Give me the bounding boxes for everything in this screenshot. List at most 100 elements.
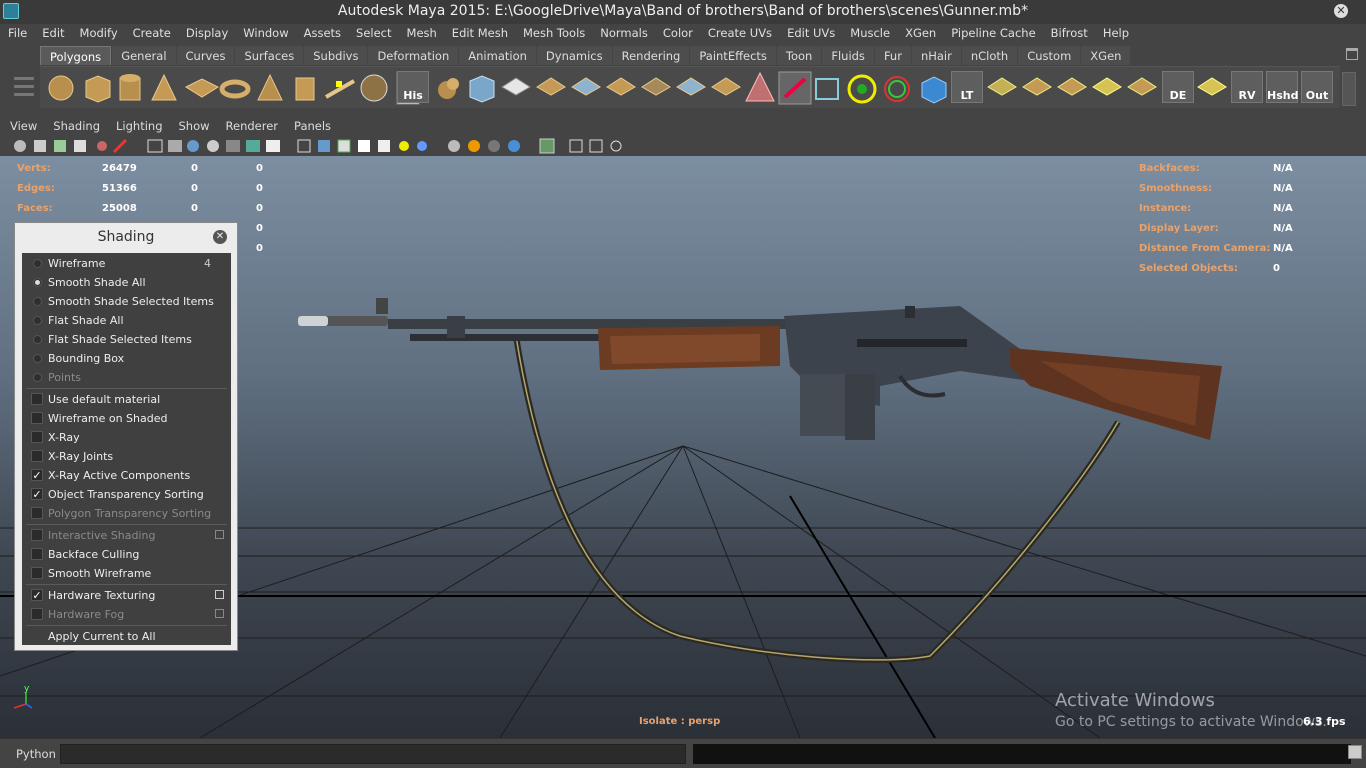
menu-window[interactable]: Window (235, 24, 295, 42)
panel-menu-panels[interactable]: Panels (286, 116, 339, 136)
radio-button[interactable] (33, 297, 42, 306)
panel-menu-show[interactable]: Show (171, 116, 218, 136)
menu-color[interactable]: Color (655, 24, 700, 42)
shelf-tab-fluids[interactable]: Fluids (822, 46, 874, 65)
menu-mesh-tools[interactable]: Mesh Tools (515, 24, 592, 42)
layout-two-icon[interactable] (589, 139, 603, 153)
wireframe-icon[interactable] (147, 139, 163, 153)
option-box-icon[interactable] (215, 590, 224, 599)
shading-mode-bounding-box[interactable]: Bounding Box (22, 349, 231, 368)
checkbox[interactable]: ✓ (31, 488, 43, 500)
checkbox[interactable] (31, 450, 43, 462)
checkbox[interactable] (31, 567, 43, 579)
shelf-tab-curves[interactable]: Curves (176, 46, 235, 65)
poly-helix-icon[interactable] (325, 79, 355, 99)
multi-sphere-icon[interactable] (508, 140, 520, 152)
2d-pan-icon[interactable] (97, 141, 107, 151)
shelf-scrollbar[interactable] (1342, 72, 1356, 106)
layout-share-icon[interactable] (610, 140, 622, 152)
toggle-x-ray-joints[interactable]: X-Ray Joints (22, 447, 231, 466)
toggle-object-transparency-sorting[interactable]: ✓ Object Transparency Sorting (22, 485, 231, 504)
shelf-tab-subdivs[interactable]: Subdivs (304, 46, 368, 65)
shelf-tab-toon[interactable]: Toon (776, 46, 822, 65)
textured-icon[interactable] (187, 140, 199, 152)
menu-pipeline-cache[interactable]: Pipeline Cache (943, 24, 1042, 42)
rv-button[interactable]: RV (1231, 71, 1263, 103)
menu-assets[interactable]: Assets (296, 24, 348, 42)
lights-icon[interactable] (207, 140, 219, 152)
checker2-icon[interactable] (378, 140, 390, 152)
shaded-icon[interactable] (168, 140, 182, 152)
toggle-wireframe-on-shaded[interactable]: Wireframe on Shaded (22, 409, 231, 428)
extract-icon[interactable] (501, 77, 531, 96)
menu-create[interactable]: Create (125, 24, 178, 42)
shelf-tab-xgen[interactable]: XGen (1081, 46, 1131, 65)
radio-button[interactable] (33, 354, 42, 363)
bool-intersect-icon[interactable] (641, 77, 671, 96)
poly-torus-icon[interactable] (219, 79, 251, 99)
separate-icon[interactable] (469, 75, 495, 103)
shelf-tab-ncloth[interactable]: nCloth (961, 46, 1018, 65)
panel-menu-lighting[interactable]: Lighting (108, 116, 170, 136)
menu-create-uvs[interactable]: Create UVs (700, 24, 779, 42)
cube-view-icon[interactable] (297, 139, 311, 153)
menu-edit-mesh[interactable]: Edit Mesh (444, 24, 515, 42)
transform-icon[interactable] (884, 76, 910, 102)
checkbox[interactable]: ✓ (31, 469, 43, 481)
toggle-x-ray-active-components[interactable]: ✓ X-Ray Active Components (22, 466, 231, 485)
select-camera-icon[interactable] (14, 140, 26, 152)
shadows-icon[interactable] (226, 140, 240, 152)
shelf-tab-polygons[interactable]: Polygons (40, 46, 112, 65)
hshd-button[interactable]: Hshd (1266, 71, 1298, 103)
radio-button[interactable] (33, 335, 42, 344)
uv-plane-icon[interactable] (987, 77, 1017, 96)
menu-bifrost[interactable]: Bifrost (1043, 24, 1095, 42)
shading-mode-flat-shade-all[interactable]: Flat Shade All (22, 311, 231, 330)
poly-plane-icon[interactable] (184, 78, 220, 98)
toggle-use-default-material[interactable]: Use default material (22, 390, 231, 409)
half-sphere-icon[interactable] (488, 140, 500, 152)
shelf-tab-rendering[interactable]: Rendering (612, 46, 690, 65)
radio-button[interactable] (33, 278, 42, 287)
shelf-tab-painteffects[interactable]: PaintEffects (690, 46, 776, 65)
panel-menu-renderer[interactable]: Renderer (218, 116, 287, 136)
poly-prism-icon[interactable] (257, 73, 283, 101)
checkbox[interactable] (31, 412, 43, 424)
sphere-grey-icon[interactable] (448, 140, 460, 152)
uv-plane6-icon[interactable] (1197, 77, 1227, 96)
panel-menu-view[interactable]: View (2, 116, 45, 136)
poly-cylinder-icon[interactable] (119, 74, 141, 101)
toggle-hardware-texturing[interactable]: ✓ Hardware Texturing (22, 586, 231, 605)
trash-icon[interactable] (1346, 48, 1358, 60)
menu-edit-uvs[interactable]: Edit UVs (779, 24, 842, 42)
uv-plane4-icon[interactable] (1092, 77, 1122, 96)
target-weld-icon[interactable] (847, 74, 877, 104)
cube-iso-icon[interactable] (358, 140, 370, 152)
isolate-select-icon[interactable] (539, 138, 555, 154)
menu-help[interactable]: Help (1095, 24, 1136, 42)
shading-mode-wireframe[interactable]: Wireframe 4 (22, 254, 231, 273)
lt-button[interactable]: LT (951, 71, 983, 103)
grease-pencil-icon[interactable] (112, 138, 128, 154)
menu-select[interactable]: Select (348, 24, 398, 42)
menu-display[interactable]: Display (178, 24, 235, 42)
menu-normals[interactable]: Normals (592, 24, 655, 42)
bool-diff-icon[interactable] (606, 77, 636, 96)
menu-file[interactable]: File (0, 24, 34, 42)
shading-mode-flat-shade-selected-items[interactable]: Flat Shade Selected Items (22, 330, 231, 349)
light-yellow-icon[interactable] (399, 141, 409, 151)
bool-union-icon[interactable] (571, 77, 601, 96)
panel-menu-shading[interactable]: Shading (45, 116, 108, 136)
menu-mesh[interactable]: Mesh (399, 24, 444, 42)
paint-select-icon[interactable] (778, 71, 812, 105)
shelf-tab-animation[interactable]: Animation (459, 46, 536, 65)
de-button[interactable]: DE (1162, 71, 1194, 103)
checkbox[interactable]: ✓ (31, 589, 43, 601)
sculpt-icon[interactable] (745, 71, 775, 102)
history-button[interactable]: His (397, 71, 429, 103)
poly-sphere-icon[interactable] (48, 75, 74, 101)
smooth-icon[interactable] (536, 77, 566, 96)
checker-icon[interactable] (337, 139, 351, 153)
sphere-orange-icon[interactable] (468, 140, 480, 152)
shading-mode-smooth-shade-all[interactable]: Smooth Shade All (22, 273, 231, 292)
